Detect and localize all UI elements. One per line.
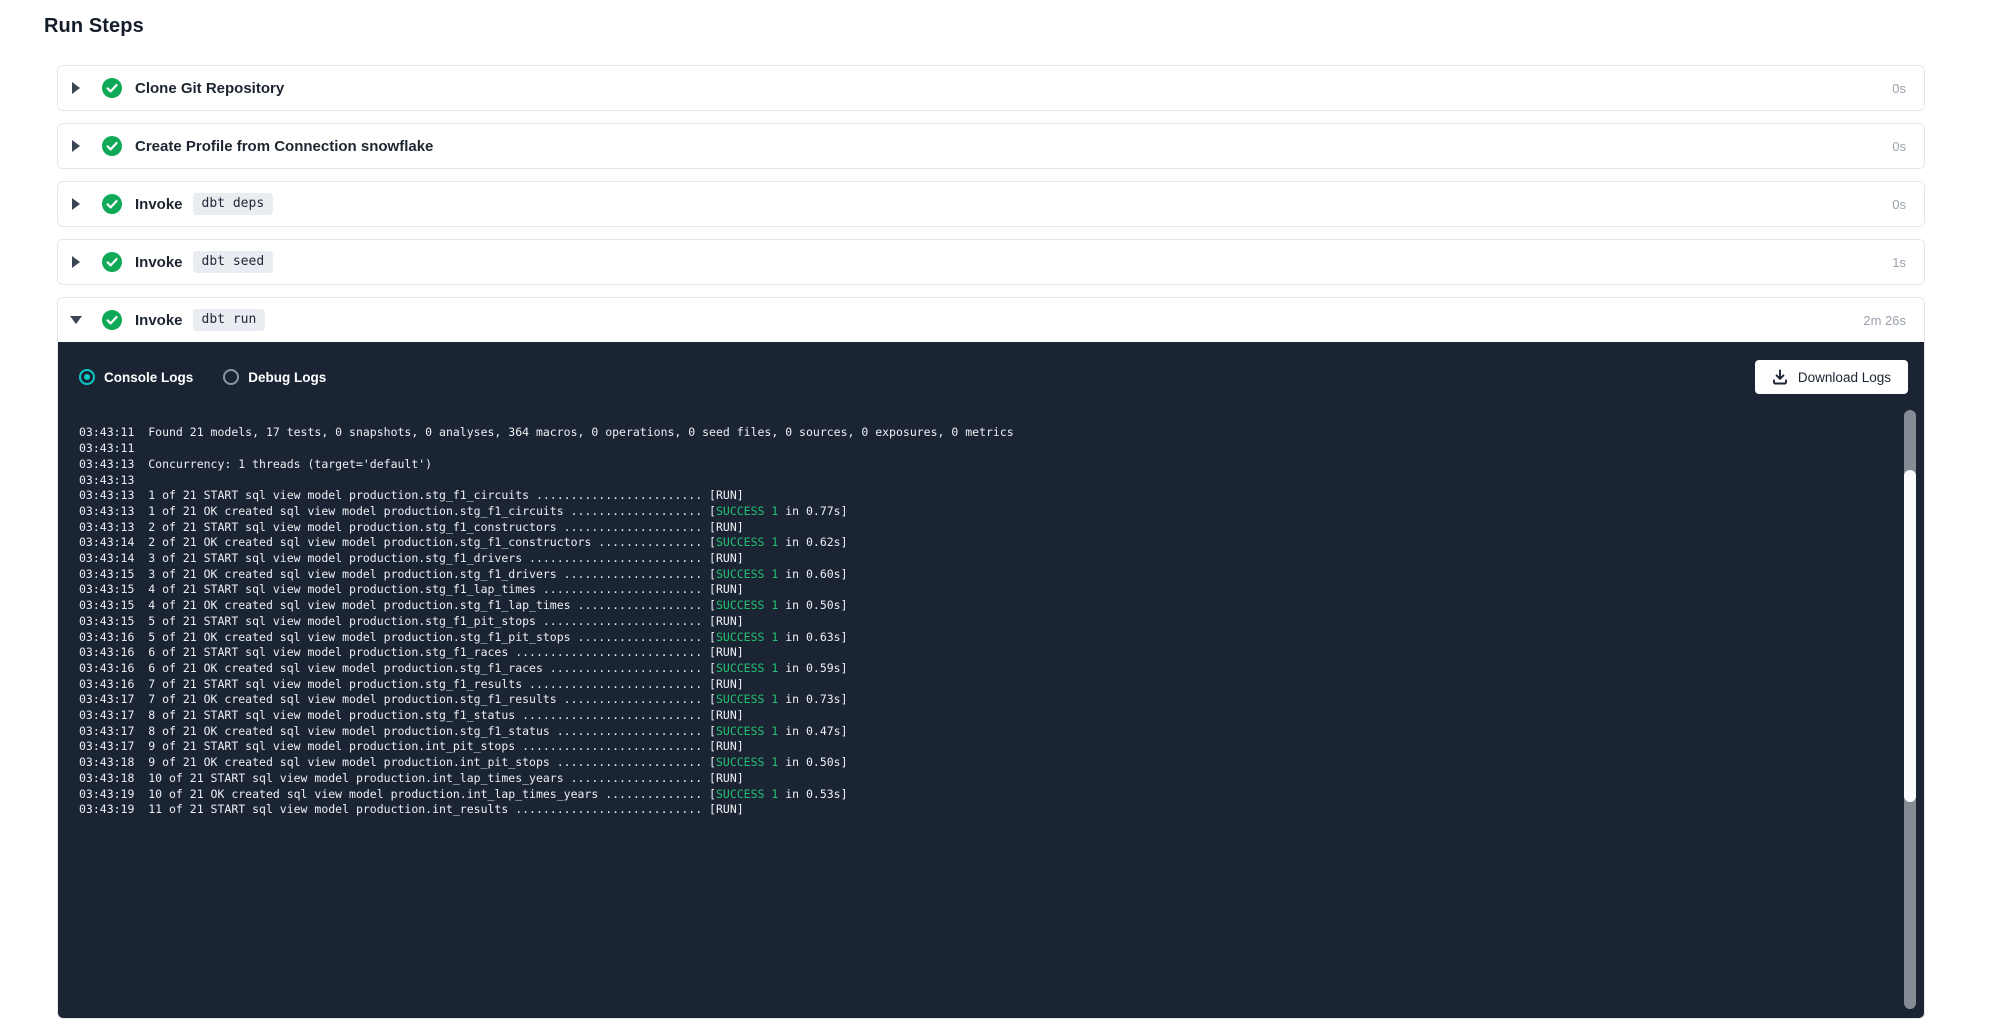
log-line: 03:43:14 3 of 21 START sql view model pr… — [79, 551, 1884, 567]
log-line: 03:43:17 7 of 21 OK created sql view mod… — [79, 692, 1884, 708]
step-duration: 0s — [1892, 81, 1906, 96]
console-log-lines: 03:43:11 Found 21 models, 17 tests, 0 sn… — [79, 425, 1884, 818]
step-header-clone-git[interactable]: Clone Git Repository 0s — [58, 66, 1924, 110]
log-line: 03:43:13 1 of 21 OK created sql view mod… — [79, 504, 1884, 520]
check-circle-icon — [102, 78, 122, 98]
log-line: 03:43:15 4 of 21 OK created sql view mod… — [79, 598, 1884, 614]
step-header-dbt-deps[interactable]: Invoke dbt deps 0s — [58, 182, 1924, 226]
step-card-clone-git: Clone Git Repository 0s — [57, 65, 1925, 111]
log-line: 03:43:18 10 of 21 START sql view model p… — [79, 771, 1884, 787]
radio-unselected-icon — [223, 369, 239, 385]
download-logs-button[interactable]: Download Logs — [1755, 360, 1908, 394]
step-label: Invoke — [135, 312, 183, 329]
caret-right-icon[interactable] — [70, 256, 82, 268]
console-scrollbar[interactable] — [1904, 410, 1916, 1009]
step-card-dbt-run: Invoke dbt run 2m 26s Console Logs Debug… — [57, 297, 1925, 1019]
check-circle-icon — [102, 310, 122, 330]
download-icon — [1772, 369, 1788, 385]
log-line: 03:43:19 11 of 21 START sql view model p… — [79, 802, 1884, 818]
step-duration: 2m 26s — [1863, 313, 1906, 328]
step-header-dbt-run[interactable]: Invoke dbt run 2m 26s — [58, 298, 1924, 342]
caret-down-icon[interactable] — [70, 316, 82, 324]
log-line: 03:43:16 6 of 21 START sql view model pr… — [79, 645, 1884, 661]
log-line: 03:43:13 Concurrency: 1 threads (target=… — [79, 457, 1884, 473]
caret-right-icon[interactable] — [70, 198, 82, 210]
log-line: 03:43:16 5 of 21 OK created sql view mod… — [79, 630, 1884, 646]
step-header-dbt-seed[interactable]: Invoke dbt seed 1s — [58, 240, 1924, 284]
log-line: 03:43:14 2 of 21 OK created sql view mod… — [79, 535, 1884, 551]
console-scrollbar-thumb[interactable] — [1904, 470, 1916, 802]
log-line: 03:43:15 4 of 21 START sql view model pr… — [79, 582, 1884, 598]
check-circle-icon — [102, 252, 122, 272]
log-line: 03:43:13 — [79, 473, 1884, 489]
download-logs-label: Download Logs — [1798, 370, 1891, 385]
console-panel: Console Logs Debug Logs Download Logs — [58, 342, 1924, 1018]
check-circle-icon — [102, 194, 122, 214]
step-label: Clone Git Repository — [135, 80, 284, 97]
command-chip: dbt seed — [193, 251, 274, 273]
log-line: 03:43:16 7 of 21 START sql view model pr… — [79, 677, 1884, 693]
caret-right-icon[interactable] — [70, 82, 82, 94]
radio-label: Debug Logs — [248, 370, 326, 385]
step-card-dbt-deps: Invoke dbt deps 0s — [57, 181, 1925, 227]
step-duration: 0s — [1892, 197, 1906, 212]
radio-label: Console Logs — [104, 370, 193, 385]
page-title: Run Steps — [44, 15, 2000, 38]
step-card-create-profile: Create Profile from Connection snowflake… — [57, 123, 1925, 169]
log-line: 03:43:17 8 of 21 OK created sql view mod… — [79, 724, 1884, 740]
log-line: 03:43:17 9 of 21 START sql view model pr… — [79, 739, 1884, 755]
radio-selected-icon — [79, 369, 95, 385]
log-line: 03:43:15 5 of 21 START sql view model pr… — [79, 614, 1884, 630]
log-line: 03:43:11 Found 21 models, 17 tests, 0 sn… — [79, 425, 1884, 441]
log-line: 03:43:15 3 of 21 OK created sql view mod… — [79, 567, 1884, 583]
step-card-dbt-seed: Invoke dbt seed 1s — [57, 239, 1925, 285]
steps-list: Clone Git Repository 0s Create Profile f… — [57, 65, 1925, 1019]
log-line: 03:43:16 6 of 21 OK created sql view mod… — [79, 661, 1884, 677]
log-line: 03:43:13 2 of 21 START sql view model pr… — [79, 520, 1884, 536]
log-line: 03:43:13 1 of 21 START sql view model pr… — [79, 488, 1884, 504]
caret-right-icon[interactable] — [70, 140, 82, 152]
step-label: Create Profile from Connection snowflake — [135, 138, 433, 155]
console-toolbar: Console Logs Debug Logs Download Logs — [58, 342, 1924, 400]
log-line: 03:43:18 9 of 21 OK created sql view mod… — [79, 755, 1884, 771]
step-duration: 1s — [1892, 255, 1906, 270]
check-circle-icon — [102, 136, 122, 156]
step-duration: 0s — [1892, 139, 1906, 154]
log-line: 03:43:11 — [79, 441, 1884, 457]
log-line: 03:43:17 8 of 21 START sql view model pr… — [79, 708, 1884, 724]
debug-logs-radio[interactable]: Debug Logs — [223, 369, 326, 385]
command-chip: dbt run — [193, 309, 266, 331]
console-log-output[interactable]: 03:43:11 Found 21 models, 17 tests, 0 sn… — [58, 400, 1924, 1018]
command-chip: dbt deps — [193, 193, 274, 215]
run-steps-page: Run Steps Clone Git Repository 0s — [0, 0, 2000, 1019]
step-header-create-profile[interactable]: Create Profile from Connection snowflake… — [58, 124, 1924, 168]
log-line: 03:43:19 10 of 21 OK created sql view mo… — [79, 787, 1884, 803]
step-label: Invoke — [135, 254, 183, 271]
step-label: Invoke — [135, 196, 183, 213]
console-logs-radio[interactable]: Console Logs — [79, 369, 193, 385]
